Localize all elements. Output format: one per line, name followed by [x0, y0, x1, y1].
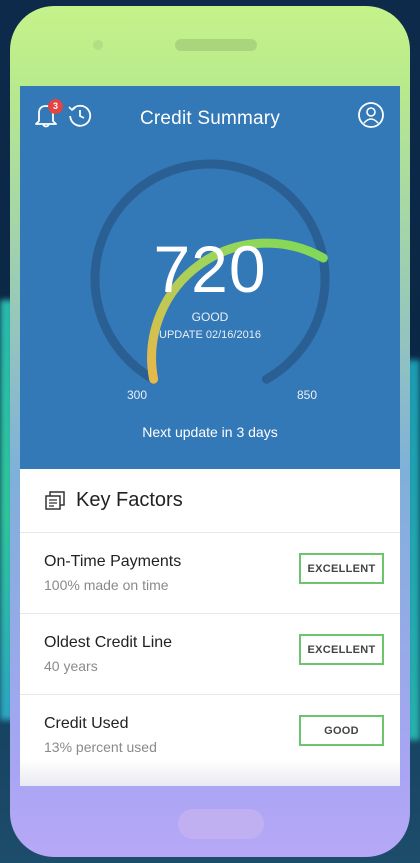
scroll-fade — [20, 760, 400, 786]
app-screen: 3 Credit Summary 720 GOOD UPDATE 02/16/2… — [20, 86, 400, 786]
phone-frame: 3 Credit Summary 720 GOOD UPDATE 02/16/2… — [10, 6, 410, 857]
key-factors-title: Key Factors — [76, 489, 183, 511]
credit-score-rating: GOOD — [191, 310, 229, 324]
speaker-slot — [175, 39, 257, 51]
gauge-max-label: 850 — [297, 388, 318, 402]
key-factors-header: Key Factors — [20, 469, 400, 533]
last-update-date: UPDATE 02/16/2016 — [159, 329, 261, 341]
next-update-text: Next update in 3 days — [142, 424, 278, 440]
factor-status-badge[interactable]: GOOD — [299, 715, 384, 746]
factor-status-badge[interactable]: EXCELLENT — [299, 553, 384, 584]
home-button[interactable] — [178, 809, 264, 839]
profile-icon — [358, 102, 384, 128]
gauge-min-label: 300 — [127, 388, 148, 402]
camera-dot — [93, 40, 103, 50]
credit-summary-panel: 3 Credit Summary 720 GOOD UPDATE 02/16/2… — [20, 86, 400, 469]
document-icon — [45, 490, 65, 510]
factor-status-badge[interactable]: EXCELLENT — [299, 634, 384, 665]
page-title: Credit Summary — [139, 108, 281, 129]
factor-row-on-time-payments[interactable]: On-Time Payments 100% made on time EXCEL… — [20, 533, 400, 614]
factor-row-oldest-credit-line[interactable]: Oldest Credit Line 40 years EXCELLENT — [20, 614, 400, 695]
credit-score-value: 720 — [153, 232, 267, 306]
top-bar: 3 Credit Summary — [20, 86, 400, 142]
key-factors-panel: Key Factors On-Time Payments 100% made o… — [20, 469, 400, 786]
profile-button[interactable] — [356, 100, 386, 130]
